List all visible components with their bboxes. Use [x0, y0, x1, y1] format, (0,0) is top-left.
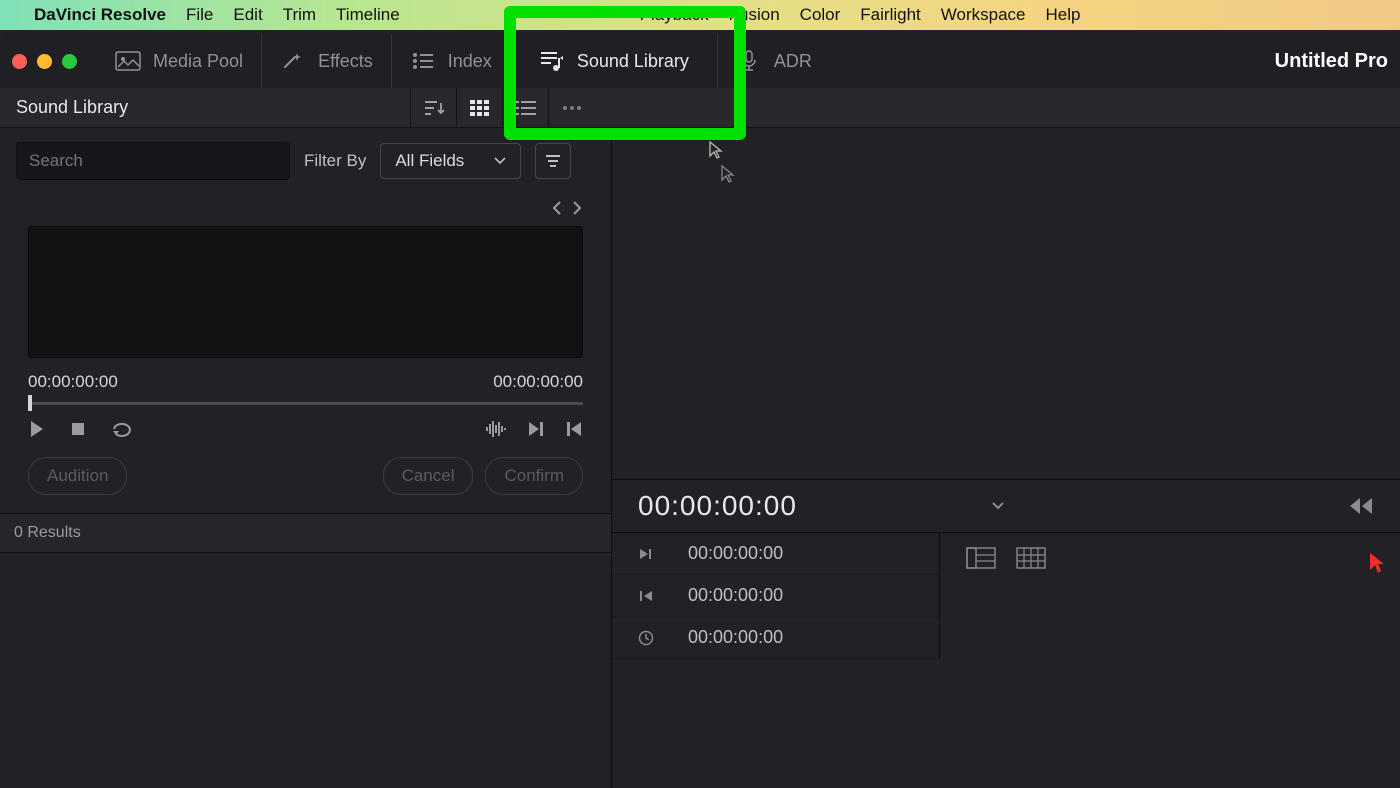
- cursor-icon: [708, 140, 724, 160]
- maximize-window-button[interactable]: [62, 54, 77, 69]
- grid-view-button[interactable]: [456, 88, 502, 128]
- panel-title: Sound Library: [16, 97, 128, 118]
- project-title: Untitled Pro: [1275, 50, 1388, 73]
- window-controls: [12, 54, 77, 69]
- waveform-zoom-button[interactable]: [485, 420, 507, 438]
- toolbar-sound-library[interactable]: Sound Library: [511, 34, 718, 88]
- chevron-down-icon: [494, 157, 506, 165]
- cursor-icon: [1368, 551, 1386, 575]
- toolbar-index-label: Index: [448, 51, 492, 72]
- track-view-1-button[interactable]: [966, 547, 996, 645]
- toolbar-effects[interactable]: Effects: [262, 34, 392, 88]
- next-marker-button[interactable]: [527, 420, 545, 438]
- loop-button[interactable]: [110, 420, 136, 438]
- menu-timeline[interactable]: Timeline: [336, 5, 400, 25]
- filter-by-label: Filter By: [304, 151, 366, 171]
- adr-mic-icon: [736, 51, 762, 71]
- timecode-row-in[interactable]: 00:00:00:00: [612, 575, 939, 617]
- menu-fusion[interactable]: Fusion: [729, 5, 780, 25]
- prev-item-button[interactable]: [551, 200, 563, 216]
- toolbar-sound-library-label: Sound Library: [577, 51, 689, 72]
- menu-help[interactable]: Help: [1045, 5, 1080, 25]
- menu-file[interactable]: File: [186, 5, 213, 25]
- results-count: 0 Results: [0, 513, 611, 553]
- rewind-button[interactable]: [1348, 496, 1374, 516]
- panel-header: Sound Library: [0, 88, 1400, 128]
- toolbar-index[interactable]: Index: [392, 34, 511, 88]
- main-timecode[interactable]: 00:00:00:00: [638, 490, 797, 522]
- timecode-row-duration[interactable]: 00:00:00:00: [612, 617, 939, 659]
- confirm-button[interactable]: Confirm: [485, 457, 583, 495]
- toolbar-adr[interactable]: ADR: [718, 34, 830, 88]
- action-row: Audition Cancel Confirm: [0, 457, 611, 513]
- window-toolbar: Media Pool Effects Index Sound Library A…: [0, 34, 1400, 88]
- preview-nav: [0, 194, 611, 220]
- cursor-icon: [720, 164, 736, 184]
- timecode-bar: 00:00:00:00: [612, 480, 1400, 533]
- app-name[interactable]: DaVinci Resolve: [34, 5, 166, 25]
- preview-time-start: 00:00:00:00: [28, 372, 118, 392]
- sound-library-icon: [539, 51, 565, 71]
- transport-controls: [0, 419, 611, 457]
- menu-fairlight[interactable]: Fairlight: [860, 5, 920, 25]
- filter-row: Filter By All Fields: [0, 128, 611, 194]
- timecode-row-out-value: 00:00:00:00: [688, 543, 783, 564]
- sort-button[interactable]: [410, 88, 456, 128]
- results-list-empty: [0, 553, 611, 788]
- preview-time-end: 00:00:00:00: [493, 372, 583, 392]
- more-options-button[interactable]: [548, 88, 594, 128]
- track-display-options: [940, 533, 1400, 659]
- toolbar-media-pool-label: Media Pool: [153, 51, 243, 72]
- toolbar-media-pool[interactable]: Media Pool: [97, 34, 262, 88]
- close-window-button[interactable]: [12, 54, 27, 69]
- viewer-panel: 00:00:00:00 00:00:00:00 00:00:00:00: [612, 128, 1400, 788]
- menu-edit[interactable]: Edit: [233, 5, 262, 25]
- filter-field-value: All Fields: [395, 151, 464, 171]
- viewer-area[interactable]: [612, 128, 1400, 480]
- menu-trim[interactable]: Trim: [283, 5, 316, 25]
- timecode-row-duration-value: 00:00:00:00: [688, 627, 783, 648]
- search-input[interactable]: [16, 142, 290, 180]
- minimize-window-button[interactable]: [37, 54, 52, 69]
- go-to-start-icon: [638, 589, 658, 603]
- index-icon: [410, 51, 436, 71]
- media-pool-icon: [115, 51, 141, 71]
- filter-options-button[interactable]: [535, 143, 571, 179]
- waveform-preview[interactable]: [28, 226, 583, 358]
- toolbar-effects-label: Effects: [318, 51, 373, 72]
- menu-playback[interactable]: Playback: [640, 5, 709, 25]
- go-to-end-icon: [638, 547, 658, 561]
- next-item-button[interactable]: [571, 200, 583, 216]
- macos-menubar: DaVinci Resolve File Edit Trim Timeline …: [0, 0, 1400, 30]
- audition-button[interactable]: Audition: [28, 457, 127, 495]
- effects-icon: [280, 51, 306, 71]
- timecode-dropdown[interactable]: [991, 501, 1005, 511]
- preview-scrubber[interactable]: [28, 402, 583, 405]
- timecode-row-in-value: 00:00:00:00: [688, 585, 783, 606]
- prev-marker-button[interactable]: [565, 420, 583, 438]
- play-button[interactable]: [28, 419, 46, 439]
- timecode-row-out[interactable]: 00:00:00:00: [612, 533, 939, 575]
- menu-workspace[interactable]: Workspace: [941, 5, 1026, 25]
- stop-button[interactable]: [70, 421, 86, 437]
- track-view-2-button[interactable]: [1016, 547, 1046, 645]
- filter-field-select[interactable]: All Fields: [380, 143, 521, 179]
- menu-color[interactable]: Color: [800, 5, 841, 25]
- timecode-rows: 00:00:00:00 00:00:00:00 00:00:00:00: [612, 533, 940, 659]
- cancel-button[interactable]: Cancel: [383, 457, 474, 495]
- toolbar-adr-label: ADR: [774, 51, 812, 72]
- scrubber-playhead[interactable]: [28, 395, 32, 411]
- list-view-button[interactable]: [502, 88, 548, 128]
- sound-library-panel: Filter By All Fields 00:00:00:00 00:00:0…: [0, 128, 612, 788]
- clock-icon: [638, 630, 658, 646]
